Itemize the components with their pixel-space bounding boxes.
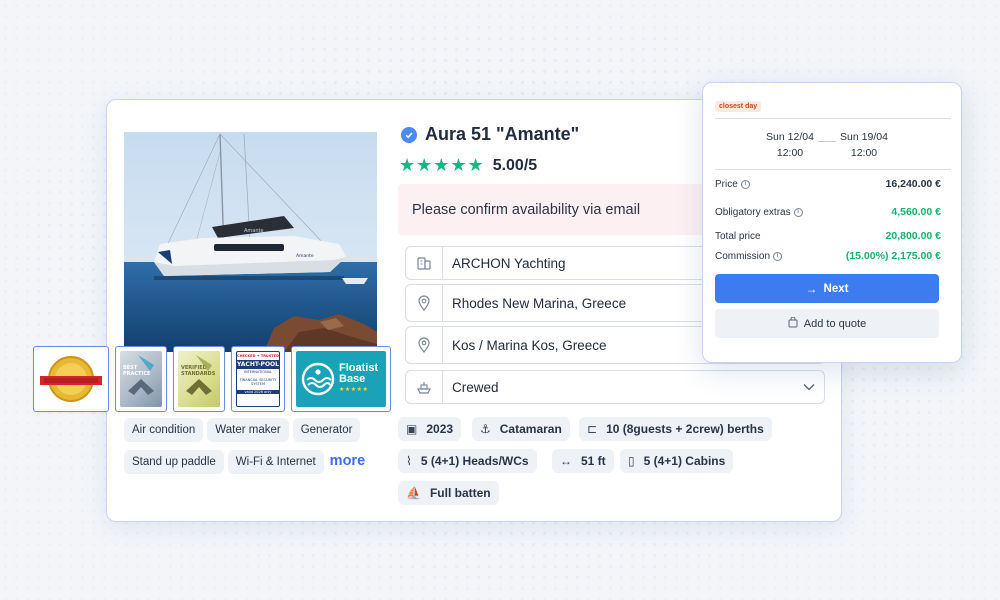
ship-icon: [406, 371, 443, 403]
spec-year: ▣ 2023: [398, 417, 462, 441]
rating-value: 5.00/5: [492, 156, 538, 174]
total-row: Total price 20,800.00 €: [715, 230, 941, 242]
spec-heads: ⌇ 5 (4+1) Heads/WCs: [398, 449, 537, 473]
bag-icon: [788, 316, 798, 331]
spec-berths: ⊏ 10 (8guests + 2crew) berths: [579, 417, 772, 441]
verified-standards-badge: VERIFIED STANDARDS: [173, 346, 225, 412]
info-icon[interactable]: i: [773, 251, 783, 261]
amenity-chip: Air condition: [124, 418, 204, 442]
crew-type-value: Crewed: [452, 379, 499, 395]
total-value: 20,800.00 €: [885, 230, 941, 242]
certification-badges: BEST PRACTICE VERIFIED STANDARDS CHECKED…: [33, 346, 433, 412]
floatist-base-badge: Floatist Base ★★★★★: [291, 346, 391, 412]
listing-header: Aura 51 "Amante": [401, 124, 579, 145]
commission-row: Commission i (15.00%) 2,175.00 €: [715, 250, 941, 262]
amenities-list: Air condition Water maker Generator Stand …: [124, 418, 384, 482]
arrow-right-icon: →: [805, 281, 818, 296]
add-to-quote-button[interactable]: Add to quote: [715, 309, 939, 338]
spec-cabins: ▯ 5 (4+1) Cabins: [620, 449, 734, 473]
availability-notice-text: Please confirm availability via email: [412, 201, 641, 218]
calendar-icon: ▣: [406, 422, 418, 436]
chevron-down-icon[interactable]: [794, 383, 824, 391]
shower-icon: ⌇: [406, 454, 412, 468]
svg-text:Amante: Amante: [296, 253, 314, 259]
more-amenities-link[interactable]: more: [330, 453, 365, 469]
golden-partner-badge: [33, 346, 109, 412]
anchor-icon: ⚓: [480, 422, 491, 436]
best-practice-badge: BEST PRACTICE: [115, 346, 167, 412]
listing-title[interactable]: Aura 51 "Amante": [425, 124, 579, 145]
amenity-chip: Water maker: [207, 418, 289, 442]
availability-notice: Please confirm availability via email: [398, 184, 704, 235]
sailboat-icon: ⛵: [406, 486, 421, 500]
spec-sail: ⛵ Full batten: [398, 481, 499, 505]
next-button[interactable]: → Next: [715, 274, 939, 303]
yacht-pool-badge: CHECKED + TRUSTED YACHT-POOL INTERNATION…: [231, 346, 285, 412]
extras-value: 4,560.00 €: [891, 206, 941, 218]
divider: [715, 169, 951, 170]
yacht-photo[interactable]: Amante Amante: [124, 132, 377, 352]
floatist-logo-icon: [301, 362, 335, 396]
rating: ★★★★★ 5.00/5: [399, 155, 537, 176]
commission-value: (15.00%) 2,175.00 €: [845, 250, 941, 262]
spec-length: ↔ 51 ft: [552, 449, 614, 473]
star-rating-icon: ★★★★★: [399, 155, 485, 175]
door-icon: ▯: [628, 454, 635, 468]
amenity-chip: Generator: [292, 418, 361, 442]
crew-type-select[interactable]: Crewed: [405, 370, 825, 404]
amenity-chip: Stand up paddle: [124, 450, 224, 474]
verified-check-icon: [401, 126, 417, 143]
price-value: 16,240.00 €: [885, 178, 941, 190]
map-pin-icon: [406, 285, 443, 321]
price-row: Price i 16,240.00 €: [715, 178, 941, 190]
bed-icon: ⊏: [587, 422, 598, 436]
checkin-date[interactable]: Sun 12/04 12:00: [753, 130, 827, 160]
closest-day-tag: closest day: [715, 101, 762, 112]
spec-type: ⚓ Catamaran: [472, 417, 570, 441]
extras-row: Obligatory extras i 4,560.00 €: [715, 206, 941, 218]
checkout-date[interactable]: Sun 19/04 12:00: [827, 130, 901, 160]
arrows-horizontal-icon: ↔: [560, 454, 572, 468]
amenity-chip: Wi-Fi & Internet: [227, 450, 324, 474]
map-pin-icon: [406, 327, 443, 363]
divider: [715, 118, 951, 119]
pricing-panel: closest day Sun 12/04 12:00 Sun 19/04 12…: [702, 82, 962, 363]
info-icon[interactable]: i: [740, 179, 750, 189]
info-icon[interactable]: i: [793, 207, 803, 217]
building-icon: [406, 247, 443, 279]
hull-name-text: Amante: [244, 228, 264, 234]
